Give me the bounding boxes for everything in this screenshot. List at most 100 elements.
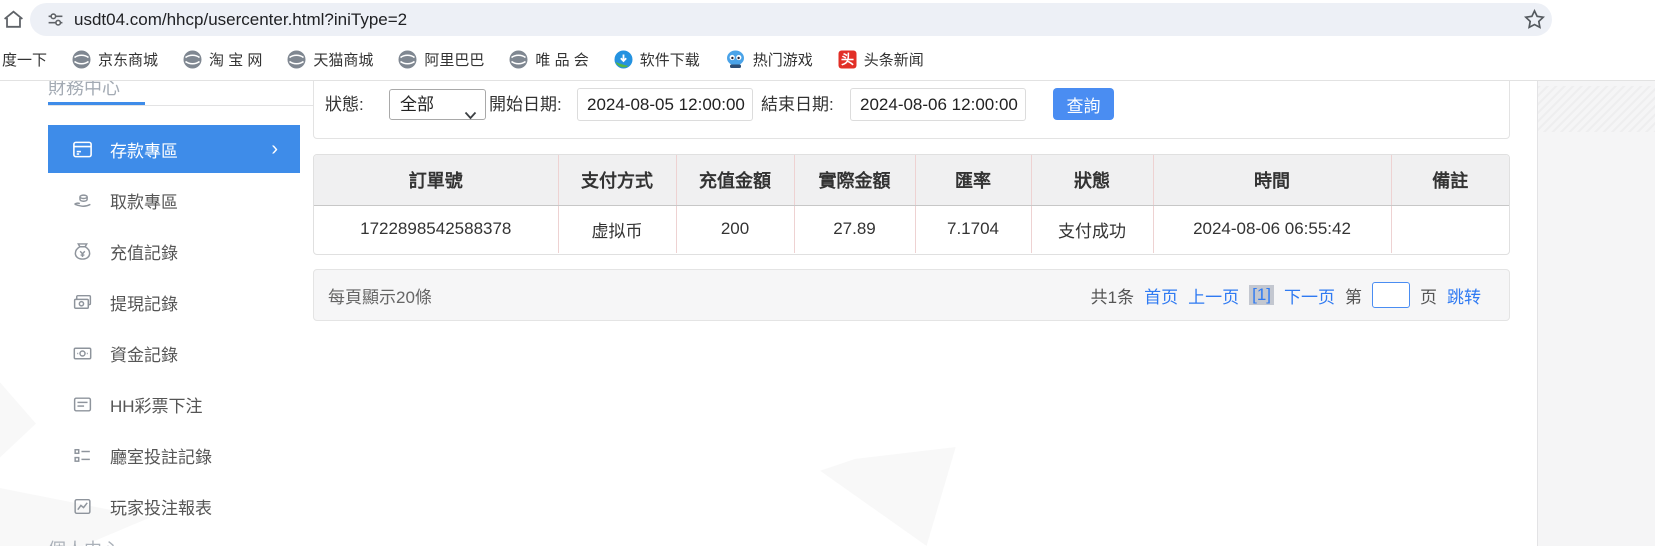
home-icon[interactable] (2, 8, 25, 36)
bulleted-list-icon (72, 445, 93, 466)
sidebar-item-label: 存款專區 (110, 137, 178, 162)
sidebar-item-funds-records[interactable]: 資金記錄 (48, 328, 300, 379)
col-actual-amount: 實際金額 (794, 155, 915, 205)
jump-page-prefix-label: 第 (1345, 283, 1362, 308)
start-date-input[interactable] (577, 88, 753, 121)
sidebar-item-player-bet-report[interactable]: 玩家投注報表 (48, 481, 300, 532)
list-card-icon (72, 394, 93, 415)
first-page-link[interactable]: 首页 (1144, 283, 1178, 308)
table-header-row: 訂單號 支付方式 充值金額 實際金額 匯率 狀態 時間 備註 (314, 155, 1509, 205)
page-unit-label: 页 (1420, 283, 1437, 308)
sidebar-item-label: 資金記錄 (110, 341, 178, 366)
bookmark-label: 头条新闻 (864, 49, 924, 70)
bookmark-label: 天猫商城 (313, 49, 373, 70)
col-exchange-rate: 匯率 (915, 155, 1031, 205)
sidebar-item-recharge-records[interactable]: 充值記錄 (48, 226, 300, 277)
bookmark-label: 京东商城 (98, 49, 158, 70)
sidebar-section-finance-header: 財務中心 (48, 81, 120, 100)
bookmark-item-baidu[interactable]: 度一下 (2, 49, 47, 70)
sidebar-item-room-bet-records[interactable]: 廳室投註記錄 (48, 430, 300, 481)
sidebar-item-withdrawal-records[interactable]: 提現記錄 (48, 277, 300, 328)
status-select-value: 全部 (400, 95, 434, 114)
sidebar-item-label: 玩家投注報表 (110, 494, 212, 519)
cell-actual-amount: 27.89 (794, 205, 915, 253)
decorative-triangle (820, 447, 966, 546)
cell-remark (1391, 205, 1509, 253)
bookmark-item-jd[interactable]: 京东商城 (72, 49, 158, 70)
sidebar-item-label: HH彩票下注 (110, 392, 203, 417)
globe-favicon-icon (398, 50, 417, 69)
software-download-favicon-icon (614, 50, 633, 69)
bookmark-item-tmall[interactable]: 天猫商城 (287, 49, 373, 70)
bookmarks-bar: 度一下 京东商城 淘 宝 网 天猫商城 阿里巴巴 唯 品 会 软件下载 热门游 (0, 38, 1655, 80)
page-content: 財務中心 存款專區 › 取款專區 充值記錄 提現記錄 資金記錄 (0, 81, 1655, 546)
withdraw-icon (72, 190, 93, 211)
bookmark-item-taobao[interactable]: 淘 宝 网 (183, 49, 262, 70)
deposit-icon (72, 139, 93, 160)
col-payment-method: 支付方式 (558, 155, 676, 205)
background-texture (1538, 86, 1655, 132)
bookmark-label: 唯 品 会 (535, 49, 588, 70)
bookmark-item-alibaba[interactable]: 阿里巴巴 (398, 49, 484, 70)
sidebar-item-label: 提現記錄 (110, 290, 178, 315)
address-bar[interactable]: usdt04.com/hhcp/usercenter.html?iniType=… (30, 3, 1552, 36)
globe-favicon-icon (72, 50, 91, 69)
bookmark-item-vip[interactable]: 唯 品 会 (509, 49, 588, 70)
jump-go-link[interactable]: 跳转 (1447, 283, 1481, 308)
bookmark-label: 热门游戏 (753, 49, 813, 70)
bookmark-label: 淘 宝 网 (209, 49, 262, 70)
next-page-link[interactable]: 下一页 (1284, 283, 1335, 308)
sidebar-item-label: 充值記錄 (110, 239, 178, 264)
cell-payment-method: 虚拟币 (558, 205, 676, 253)
page-right-gutter (1537, 81, 1655, 546)
url-text[interactable]: usdt04.com/hhcp/usercenter.html?iniType=… (74, 3, 407, 36)
sidebar-item-withdraw-zone[interactable]: 取款專區 (48, 175, 300, 226)
toutiao-favicon-icon: 头 (838, 50, 857, 69)
bookmark-item-games[interactable]: 热门游戏 (725, 49, 813, 70)
status-label: 狀態: (325, 89, 364, 120)
decorative-triangle (0, 373, 36, 465)
pagination-bar: 每頁顯示20條 共1条 首页 上一页 [1] 下一页 第 页 跳转 (313, 269, 1510, 321)
site-settings-icon[interactable] (47, 11, 64, 33)
col-recharge-amount: 充值金額 (676, 155, 794, 205)
chevron-down-icon (464, 100, 477, 129)
cell-time: 2024-08-06 06:55:42 (1153, 205, 1391, 253)
end-date-label: 結束日期: (761, 89, 834, 120)
col-remark: 備註 (1391, 155, 1509, 205)
current-page-badge: [1] (1249, 285, 1274, 305)
chart-report-icon (72, 496, 93, 517)
address-toolbar: usdt04.com/hhcp/usercenter.html?iniType=… (0, 0, 1655, 38)
bookmark-label: 阿里巴巴 (424, 49, 484, 70)
end-date-input[interactable] (850, 88, 1026, 121)
cell-order-no: 1722898542588378 (314, 205, 558, 253)
game-favicon-icon (725, 50, 746, 69)
bookmark-star-icon[interactable] (1524, 9, 1545, 35)
total-count: 共1条 (1091, 283, 1134, 308)
sidebar-item-label: 廳室投註記錄 (110, 443, 212, 468)
orders-table: 訂單號 支付方式 充值金額 實際金額 匯率 狀態 時間 備註 172289854… (313, 154, 1510, 255)
sidebar-section-personal-header: 個人中心 (48, 536, 120, 546)
col-order-no: 訂單號 (314, 155, 558, 205)
bookmark-item-toutiao[interactable]: 头 头条新闻 (838, 49, 924, 70)
bookmark-item-software[interactable]: 软件下载 (614, 49, 700, 70)
browser-chrome: usdt04.com/hhcp/usercenter.html?iniType=… (0, 0, 1655, 81)
bookmark-label: 软件下载 (640, 49, 700, 70)
svg-text:头: 头 (841, 52, 854, 67)
globe-favicon-icon (183, 50, 202, 69)
search-button[interactable]: 查詢 (1053, 88, 1114, 120)
cell-recharge-amount: 200 (676, 205, 794, 253)
cell-exchange-rate: 7.1704 (915, 205, 1031, 253)
start-date-label: 開始日期: (489, 89, 562, 120)
col-status: 狀態 (1031, 155, 1153, 205)
sidebar-item-label: 取款專區 (110, 188, 178, 213)
sidebar-item-hh-lottery-bets[interactable]: HH彩票下注 (48, 379, 300, 430)
prev-page-link[interactable]: 上一页 (1188, 283, 1239, 308)
filter-panel: 狀態: 全部 開始日期: 結束日期: 查詢 (313, 81, 1510, 139)
status-select[interactable]: 全部 (389, 89, 486, 120)
chevron-right-icon: › (271, 139, 278, 159)
table-row: 1722898542588378 虚拟币 200 27.89 7.1704 支付… (314, 205, 1509, 253)
col-time: 時間 (1153, 155, 1391, 205)
sidebar-item-deposit-zone[interactable]: 存款專區 › (48, 125, 300, 173)
jump-page-input[interactable] (1372, 282, 1410, 308)
pagination-controls: 共1条 首页 上一页 [1] 下一页 第 页 跳转 (1091, 282, 1481, 308)
